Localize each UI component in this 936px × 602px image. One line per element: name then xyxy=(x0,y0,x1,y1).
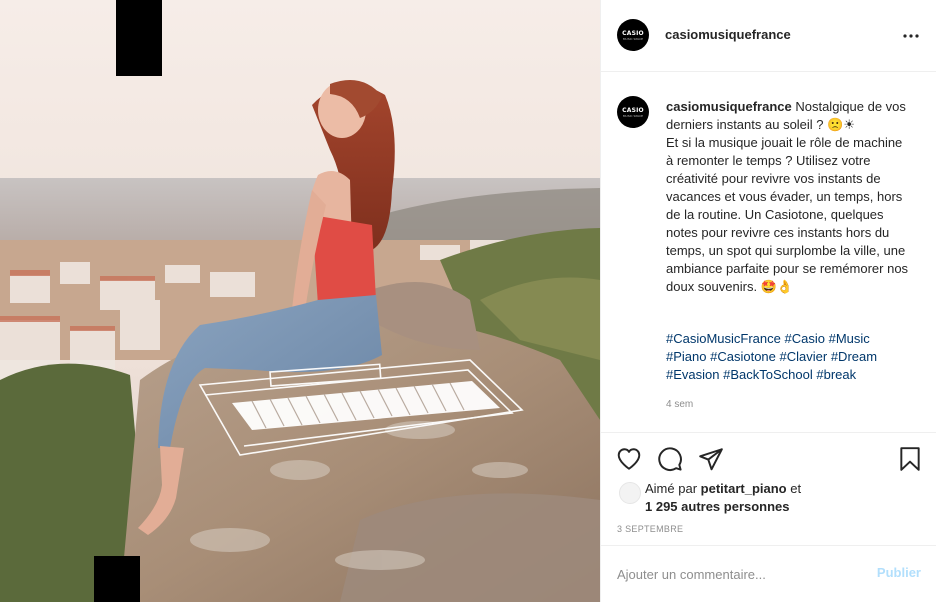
redaction-block-bottom xyxy=(94,556,140,602)
hashtag-link[interactable]: #BackToSchool xyxy=(723,367,813,382)
hashtag-link[interactable]: #Casio xyxy=(785,331,825,346)
more-options-icon xyxy=(903,34,919,38)
post-date[interactable]: 3 SEPTEMBRE xyxy=(617,524,683,534)
avatar-logo-text: CASIO xyxy=(622,29,644,37)
caption-avatar-logo-text: CASIO xyxy=(622,106,644,114)
likes-prefix: Aimé par xyxy=(645,481,698,496)
post-header: CASIO MUSIC SPACE casiomusiquefrance xyxy=(601,0,936,72)
redaction-block-top xyxy=(116,0,162,76)
post-side-panel: CASIO MUSIC SPACE casiomusiquefrance CAS… xyxy=(600,0,936,602)
hashtag-link[interactable]: #Music xyxy=(829,331,870,346)
likes-summary: Aimé par petitart_piano et 1 295 autres … xyxy=(645,480,925,516)
hashtag-link[interactable]: #Casiotone xyxy=(710,349,776,364)
hashtag-link[interactable]: #break xyxy=(816,367,856,382)
heart-icon xyxy=(617,448,641,470)
username-link[interactable]: casiomusiquefrance xyxy=(665,27,791,42)
comment-icon xyxy=(658,447,682,471)
hashtag-link[interactable]: #Clavier xyxy=(780,349,828,364)
caption-avatar-logo-subtext: MUSIC SPACE xyxy=(622,113,644,118)
likes-connector: et xyxy=(790,481,802,496)
avatar-logo-subtext: MUSIC SPACE xyxy=(622,36,644,41)
post-photo[interactable] xyxy=(0,0,600,602)
caption-time-ago[interactable]: 4 sem xyxy=(666,399,693,410)
caption-avatar[interactable]: CASIO MUSIC SPACE xyxy=(617,96,649,128)
more-options-button[interactable] xyxy=(902,27,920,45)
likes-others-link[interactable]: 1 295 autres personnes xyxy=(645,499,790,514)
publish-button[interactable]: Publier xyxy=(877,565,921,580)
hashtag-list: #CasioMusicFrance #Casio #Music #Piano #… xyxy=(666,330,916,384)
actions-section: Aimé par petitart_piano et 1 295 autres … xyxy=(601,432,936,545)
bookmark-icon xyxy=(900,447,920,471)
hashtag-link[interactable]: #CasioMusicFrance xyxy=(666,331,781,346)
caption-username[interactable]: casiomusiquefrance xyxy=(666,99,792,114)
liker-username[interactable]: petitart_piano xyxy=(701,481,787,496)
hashtag-link[interactable]: #Dream xyxy=(831,349,877,364)
liker-avatar[interactable] xyxy=(619,482,641,504)
caption-body: Nostalgique de vos derniers instants au … xyxy=(666,99,909,294)
share-button[interactable] xyxy=(698,446,724,472)
comment-section: Publier xyxy=(601,545,936,602)
hashtag-link[interactable]: #Piano xyxy=(666,349,706,364)
save-button[interactable] xyxy=(897,446,923,472)
avatar[interactable]: CASIO MUSIC SPACE xyxy=(617,19,649,51)
caption-area: CASIO MUSIC SPACE casiomusiquefrance Nos… xyxy=(601,72,936,432)
paper-plane-icon xyxy=(699,448,723,471)
hashtag-link[interactable]: #Evasion xyxy=(666,367,719,382)
comment-button[interactable] xyxy=(657,446,683,472)
photo-illustration xyxy=(0,0,600,602)
caption: casiomusiquefrance Nostalgique de vos de… xyxy=(666,98,911,296)
like-button[interactable] xyxy=(616,446,642,472)
comment-input[interactable] xyxy=(617,564,847,584)
